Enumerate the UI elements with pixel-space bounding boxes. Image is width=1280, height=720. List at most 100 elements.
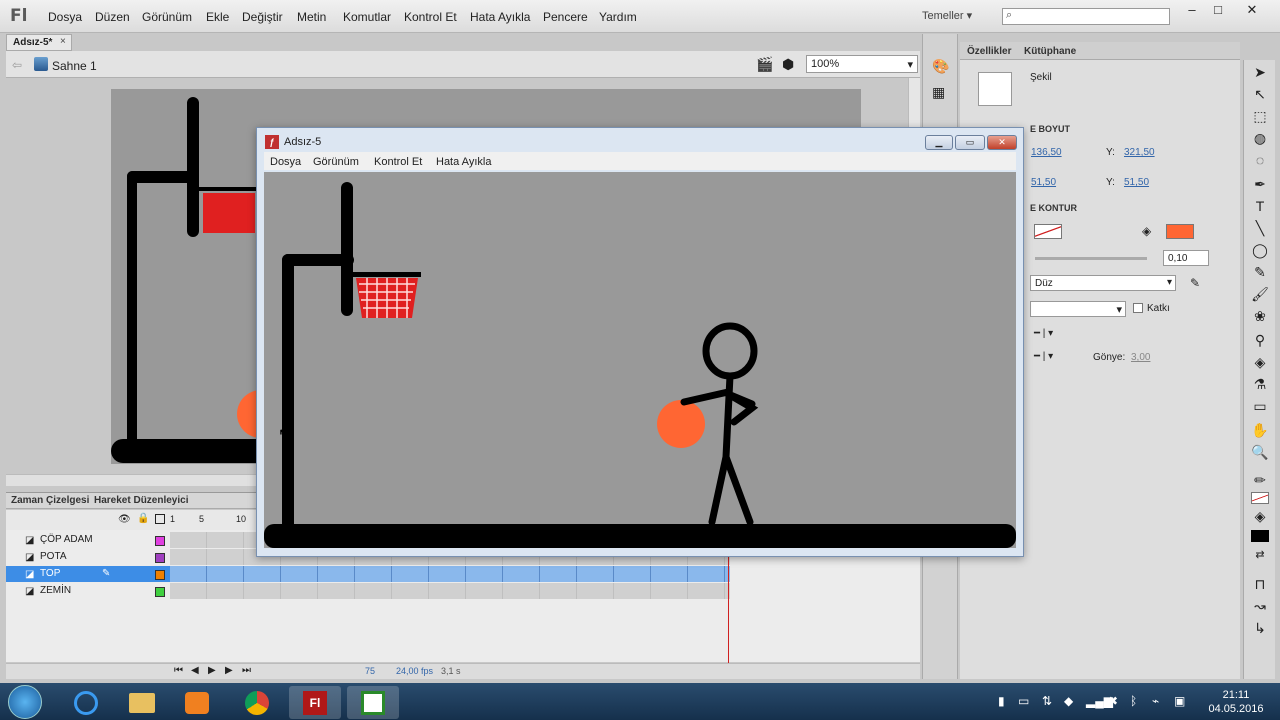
swap-colors-icon[interactable]: ⇄ (1249, 548, 1271, 568)
scale-select[interactable]: ▾ (1030, 301, 1126, 317)
layer-color-swatch[interactable] (155, 570, 165, 580)
menu-komutlar[interactable]: Komutlar (343, 10, 391, 24)
menu-dosya[interactable]: Dosya (48, 10, 82, 24)
layer-color-swatch[interactable] (155, 536, 165, 546)
outline-icon[interactable] (155, 514, 165, 524)
tray-usb-icon[interactable]: ▮ (998, 694, 1005, 708)
chrome-taskbar-icon[interactable] (231, 686, 283, 719)
lock-icon[interactable]: 🔒 (137, 513, 149, 524)
layer-color-swatch[interactable] (155, 587, 165, 597)
snap-icon[interactable]: ⊓ (1249, 576, 1271, 596)
zoom-tool-icon[interactable]: 🔍 (1249, 444, 1271, 464)
layer-color-swatch[interactable] (155, 553, 165, 563)
width-value[interactable]: 51,50 (1031, 177, 1056, 188)
stroke-width-input[interactable]: 0,10 (1163, 250, 1209, 266)
subselection-tool-icon[interactable]: ↖ (1249, 86, 1271, 106)
play-icon[interactable]: ▶ (208, 665, 216, 676)
text-tool-icon[interactable]: T (1249, 198, 1271, 218)
line-tool-icon[interactable]: ╲ (1249, 220, 1271, 240)
x-value[interactable]: 136,50 (1031, 147, 1062, 158)
prev-frame-icon[interactable]: ◀ (191, 665, 199, 676)
deco-tool-icon[interactable]: ❀ (1249, 308, 1271, 328)
maximize-button[interactable]: □ (1206, 3, 1230, 19)
bone-tool-icon[interactable]: ⚲ (1249, 332, 1271, 352)
stroke-color-swatch[interactable] (1034, 224, 1062, 239)
menu-ekle[interactable]: Ekle (206, 10, 229, 24)
media-player-taskbar-icon[interactable] (171, 686, 223, 719)
paint-bucket-tool-icon[interactable]: ◈ (1249, 354, 1271, 374)
explorer-taskbar-icon[interactable] (116, 686, 168, 719)
selection-tool-icon[interactable]: ➤ (1249, 64, 1271, 84)
tab-library[interactable]: Kütüphane (1024, 46, 1076, 57)
minimize-button[interactable]: – (1180, 3, 1204, 19)
player-menu-kontrol-et[interactable]: Kontrol Et (374, 156, 422, 168)
hinting-checkbox[interactable] (1133, 303, 1143, 313)
fill-swatch[interactable] (1251, 530, 1269, 542)
menu-pencere[interactable]: Pencere (543, 10, 588, 24)
power-icon[interactable]: ⌁ (1152, 694, 1159, 708)
back-arrow-icon[interactable]: ⇦ (12, 58, 22, 72)
pencil-tool-icon[interactable]: ✎ (1249, 264, 1271, 284)
menu-kontrol-et[interactable]: Kontrol Et (404, 10, 457, 24)
eye-icon[interactable]: 👁 (118, 514, 131, 525)
tray-error-icon[interactable]: ✖ (1108, 694, 1118, 708)
position-size-section[interactable]: E BOYUT (1030, 124, 1070, 134)
frame-row[interactable] (170, 583, 730, 599)
frame-row[interactable] (170, 566, 730, 582)
hand-tool-icon[interactable]: ✋ (1249, 422, 1271, 442)
miter-value[interactable]: 3,00 (1131, 352, 1150, 363)
edit-symbol-icon[interactable]: ⬢ (782, 56, 794, 73)
tray-app-icon[interactable]: ◆ (1064, 694, 1073, 708)
align-panel-icon[interactable]: ▦ (932, 84, 945, 101)
fill-color-icon[interactable]: ◈ (1249, 508, 1271, 528)
oval-tool-icon[interactable]: ◯ (1249, 242, 1271, 262)
fill-stroke-section[interactable]: E KONTUR (1030, 203, 1077, 213)
menu-yardim[interactable]: Yardım (599, 10, 637, 24)
camtasia-taskbar-icon[interactable] (347, 686, 399, 719)
start-button[interactable] (8, 685, 42, 719)
player-maximize-button[interactable]: ▭ (955, 135, 985, 150)
edit-stroke-icon[interactable]: ✎ (1190, 276, 1200, 290)
clock[interactable]: 21:11 04.05.2016 (1196, 688, 1276, 716)
height-value[interactable]: 51,50 (1124, 177, 1149, 188)
y-value[interactable]: 321,50 (1124, 147, 1155, 158)
zoom-select[interactable]: 100% ▾ (806, 55, 918, 73)
edit-scene-icon[interactable]: 🎬 (756, 56, 773, 73)
smooth-icon[interactable]: ↝ (1249, 598, 1271, 618)
current-frame[interactable]: 75 (365, 666, 375, 676)
menu-metin[interactable]: Metin (297, 10, 326, 24)
stroke-color-icon[interactable]: ✏ (1249, 472, 1271, 492)
style-select[interactable]: Düz ▾ (1030, 275, 1176, 291)
help-search-input[interactable] (1002, 8, 1170, 25)
pen-tool-icon[interactable]: ✒ (1249, 176, 1271, 196)
brush-tool-icon[interactable]: 🖌 (1249, 286, 1271, 306)
menu-duzen[interactable]: Düzen (95, 10, 130, 24)
bluetooth-icon[interactable]: ᛒ (1130, 694, 1137, 708)
fill-color-swatch[interactable] (1166, 224, 1194, 239)
tray-network-icon[interactable]: ⇅ (1042, 694, 1052, 708)
workspace-switcher[interactable]: Temeller ▾ (922, 9, 972, 22)
eraser-tool-icon[interactable]: ▭ (1249, 398, 1271, 418)
next-frame-icon[interactable]: ▶ (225, 665, 233, 676)
player-close-button[interactable]: ✕ (987, 135, 1017, 150)
tab-motion-editor[interactable]: Hareket Düzenleyici (94, 495, 189, 506)
tab-properties[interactable]: Özellikler (967, 46, 1011, 57)
close-button[interactable]: ✕ (1240, 3, 1264, 19)
tray-orange-icon[interactable]: ▣ (1174, 694, 1185, 708)
frame-rate[interactable]: 24,00 fps (396, 666, 433, 676)
menu-gorunum[interactable]: Görünüm (142, 10, 192, 24)
ie-taskbar-icon[interactable] (60, 686, 112, 719)
flash-taskbar-icon[interactable]: Fl (289, 686, 341, 719)
tab-close-icon[interactable]: × (60, 36, 66, 47)
join-select[interactable]: ━ | ▾ (1034, 351, 1053, 362)
color-panel-icon[interactable]: 🎨 (932, 58, 949, 75)
first-frame-icon[interactable]: ⏮ (174, 665, 183, 676)
eyedropper-tool-icon[interactable]: ⚗ (1249, 376, 1271, 396)
player-menu-gorunum[interactable]: Görünüm (313, 156, 359, 168)
3d-rotation-icon[interactable]: ◍ (1249, 130, 1271, 150)
tray-display-icon[interactable]: ▭ (1018, 694, 1029, 708)
tab-timeline[interactable]: Zaman Çizelgesi (11, 495, 89, 506)
stroke-slider[interactable] (1035, 257, 1147, 260)
menu-hata-ayikla[interactable]: Hata Ayıkla (470, 10, 530, 24)
stroke-swatch[interactable] (1251, 492, 1269, 504)
